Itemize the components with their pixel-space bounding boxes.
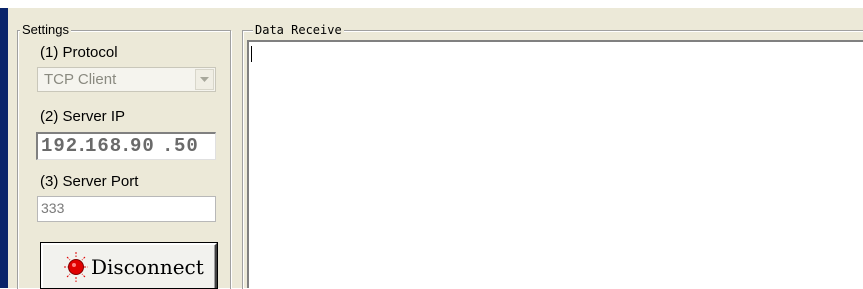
- server-port-input[interactable]: 333: [37, 196, 216, 222]
- ip-octet-1[interactable]: 192: [41, 135, 78, 157]
- window-top-edge: [0, 0, 863, 8]
- ip-octet-2[interactable]: 168: [85, 135, 122, 157]
- disconnect-button[interactable]: Disconnect: [41, 243, 217, 288]
- data-receive-textarea[interactable]: [247, 40, 863, 288]
- chevron-down-icon: [200, 77, 209, 82]
- red-led-icon: [64, 252, 88, 282]
- server-port-label: (3) Server Port: [40, 173, 139, 190]
- window-left-edge: [0, 8, 8, 288]
- protocol-select[interactable]: TCP Client: [37, 67, 216, 92]
- ip-octet-3[interactable]: 90: [130, 135, 155, 157]
- protocol-select-value: TCP Client: [44, 71, 117, 88]
- ip-dot: .: [162, 135, 174, 157]
- disconnect-button-label: Disconnect: [91, 255, 204, 279]
- server-ip-label: (2) Server IP: [40, 108, 126, 125]
- protocol-dropdown-button[interactable]: [195, 69, 214, 90]
- settings-group-title: Settings: [20, 22, 71, 38]
- server-ip-field[interactable]: 192 . 168 . 90 . 50: [36, 132, 216, 160]
- ip-octet-4[interactable]: 50: [174, 135, 199, 157]
- protocol-label: (1) Protocol: [40, 44, 118, 61]
- text-caret: [251, 46, 252, 62]
- server-port-value: 333: [41, 200, 65, 216]
- data-receive-group-title: Data Receive: [253, 22, 344, 38]
